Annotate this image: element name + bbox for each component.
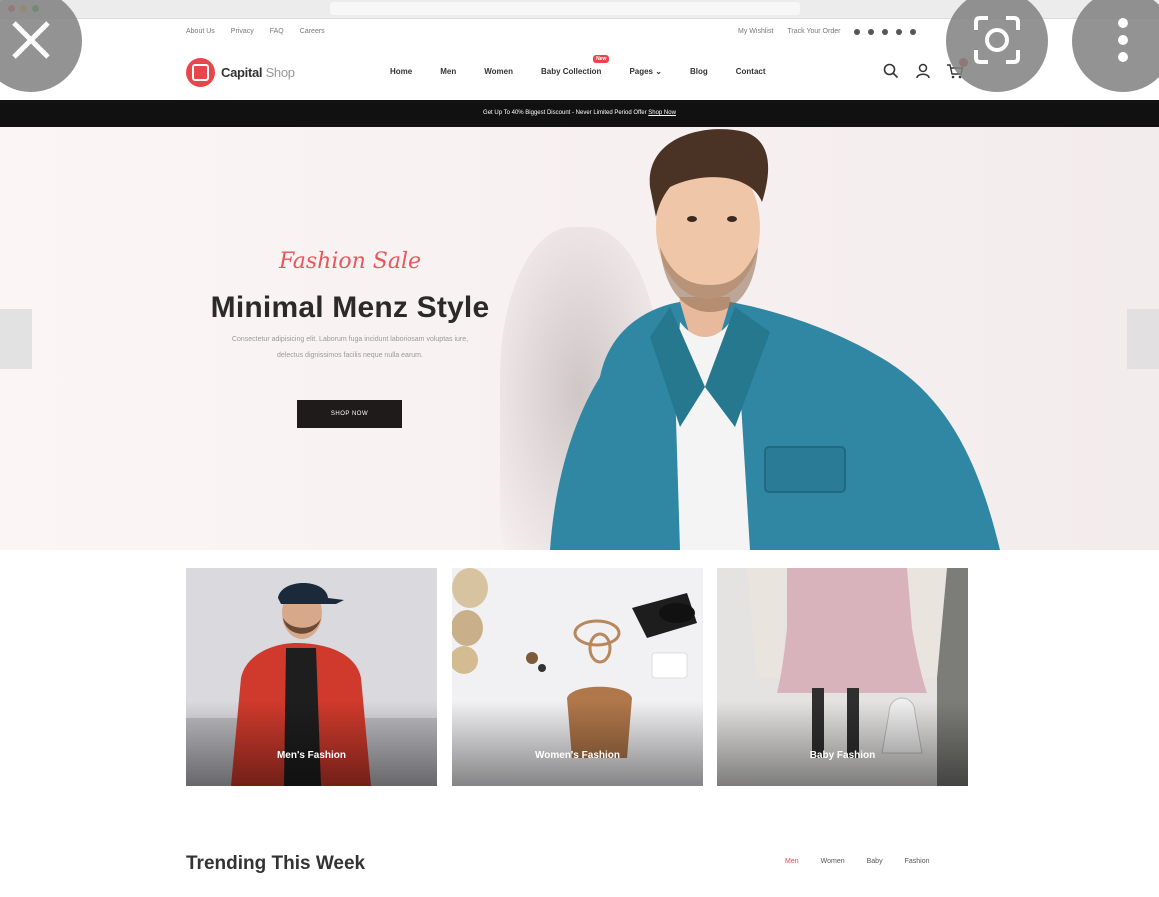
nav-baby-collection-label: Baby Collection bbox=[540, 67, 602, 76]
top-link-faq[interactable]: FAQ bbox=[270, 28, 284, 35]
category-card-women[interactable]: Women's Fashion bbox=[452, 568, 703, 786]
slider-prev-arrow[interactable] bbox=[0, 309, 32, 369]
trending-tab-baby[interactable]: Baby bbox=[867, 858, 883, 865]
nav-women[interactable]: Women bbox=[484, 67, 513, 76]
top-link-about[interactable]: About Us bbox=[186, 28, 215, 35]
hero-model-image bbox=[550, 129, 1000, 550]
nav-contact[interactable]: Contact bbox=[736, 67, 766, 76]
slider-next-arrow[interactable] bbox=[1127, 309, 1159, 369]
category-label-women: Women's Fashion bbox=[535, 750, 620, 761]
hero-description: Consectetur adipisicing elit. Laborum fu… bbox=[231, 336, 469, 359]
category-banners: Men's Fashion Women's Fashion Baby Fashi… bbox=[186, 568, 968, 786]
pinterest-icon[interactable] bbox=[868, 28, 875, 35]
promo-banner: Get Up To 40% Biggest Discount - Never L… bbox=[0, 100, 1159, 127]
social-links bbox=[854, 28, 917, 35]
trending-tab-fashion[interactable]: Fashion bbox=[905, 858, 930, 865]
logo-icon[interactable] bbox=[186, 58, 215, 87]
promo-text: Get Up To 40% Biggest Discount - Never L… bbox=[483, 110, 647, 116]
main-nav: Home Men Women Baby Collection New Pages… bbox=[390, 55, 766, 76]
more-options-button[interactable] bbox=[1072, 0, 1159, 92]
nav-baby-collection[interactable]: Baby Collection New bbox=[540, 55, 610, 76]
linkedin-icon[interactable] bbox=[896, 28, 903, 35]
hero-title: Minimal Menz Style bbox=[210, 291, 490, 324]
hero-kicker: Fashion Sale bbox=[278, 249, 422, 274]
nav-pages-label: Pages bbox=[629, 67, 654, 76]
category-overlay bbox=[717, 701, 968, 786]
shop-now-button[interactable]: SHOP NOW bbox=[297, 400, 402, 428]
chevron-down-icon: ⌄ bbox=[655, 67, 662, 76]
trending-tabs: Men Women Baby Fashion bbox=[785, 858, 930, 865]
close-icon bbox=[12, 21, 50, 59]
wishlist-link[interactable]: My Wishlist bbox=[738, 28, 773, 35]
category-card-men[interactable]: Men's Fashion bbox=[186, 568, 437, 786]
twitter-icon[interactable] bbox=[882, 28, 889, 35]
hero-slider: Fashion Sale Minimal Menz Style Consecte… bbox=[0, 127, 1159, 550]
facebook-icon[interactable] bbox=[854, 28, 861, 35]
top-link-careers[interactable]: Careers bbox=[300, 28, 325, 35]
category-overlay bbox=[186, 701, 437, 786]
category-label-baby: Baby Fashion bbox=[809, 750, 876, 761]
user-icon[interactable] bbox=[914, 62, 932, 80]
nav-men[interactable]: Men bbox=[440, 67, 456, 76]
trending-tab-men[interactable]: Men bbox=[785, 858, 799, 865]
trending-tab-women[interactable]: Women bbox=[821, 858, 845, 865]
logo[interactable]: Capital Shop bbox=[221, 65, 295, 80]
track-order-link[interactable]: Track Your Order bbox=[787, 28, 840, 35]
promo-shop-link[interactable]: Shop Now bbox=[648, 110, 676, 116]
instagram-icon[interactable] bbox=[910, 28, 917, 35]
more-vertical-icon bbox=[1118, 18, 1128, 62]
address-bar[interactable] bbox=[330, 2, 800, 15]
new-badge: New bbox=[593, 55, 610, 63]
close-viewer-button[interactable] bbox=[0, 0, 82, 92]
nav-pages[interactable]: Pages ⌄ bbox=[629, 67, 662, 76]
logo-bold-text: Capital bbox=[221, 65, 263, 80]
logo-light-text: Shop bbox=[265, 65, 295, 80]
category-overlay bbox=[452, 701, 703, 786]
category-label-men: Men's Fashion bbox=[276, 750, 347, 761]
trending-title: Trending This Week bbox=[186, 853, 366, 874]
top-link-privacy[interactable]: Privacy bbox=[231, 28, 254, 35]
lens-scan-icon bbox=[974, 16, 1020, 64]
category-card-baby[interactable]: Baby Fashion bbox=[717, 568, 968, 786]
nav-home[interactable]: Home bbox=[390, 67, 412, 76]
lens-search-button[interactable] bbox=[946, 0, 1048, 92]
nav-blog[interactable]: Blog bbox=[690, 67, 708, 76]
search-icon[interactable] bbox=[882, 62, 900, 80]
